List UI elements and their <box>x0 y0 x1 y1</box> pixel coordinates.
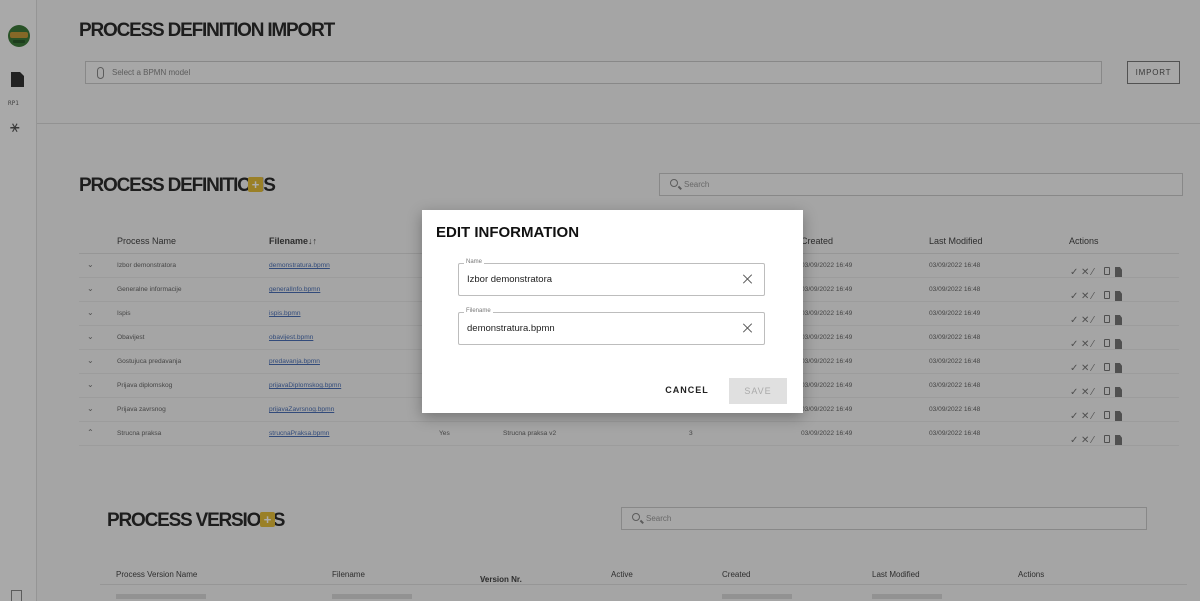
cancel-button[interactable]: CANCEL <box>658 378 716 402</box>
clear-icon[interactable] <box>742 322 754 334</box>
clear-icon[interactable] <box>742 273 754 285</box>
name-field-label: Name <box>464 259 485 265</box>
filename-input[interactable] <box>467 323 737 334</box>
filename-field-label: Filename <box>464 308 493 314</box>
filename-field[interactable]: Filename <box>458 308 765 345</box>
name-field[interactable]: Name <box>458 259 765 296</box>
name-input[interactable] <box>467 274 737 285</box>
dialog-title: EDIT INFORMATION <box>436 224 580 241</box>
save-button[interactable]: SAVE <box>729 378 787 404</box>
edit-information-dialog: EDIT INFORMATION Name Filename CANCEL SA… <box>422 210 803 413</box>
